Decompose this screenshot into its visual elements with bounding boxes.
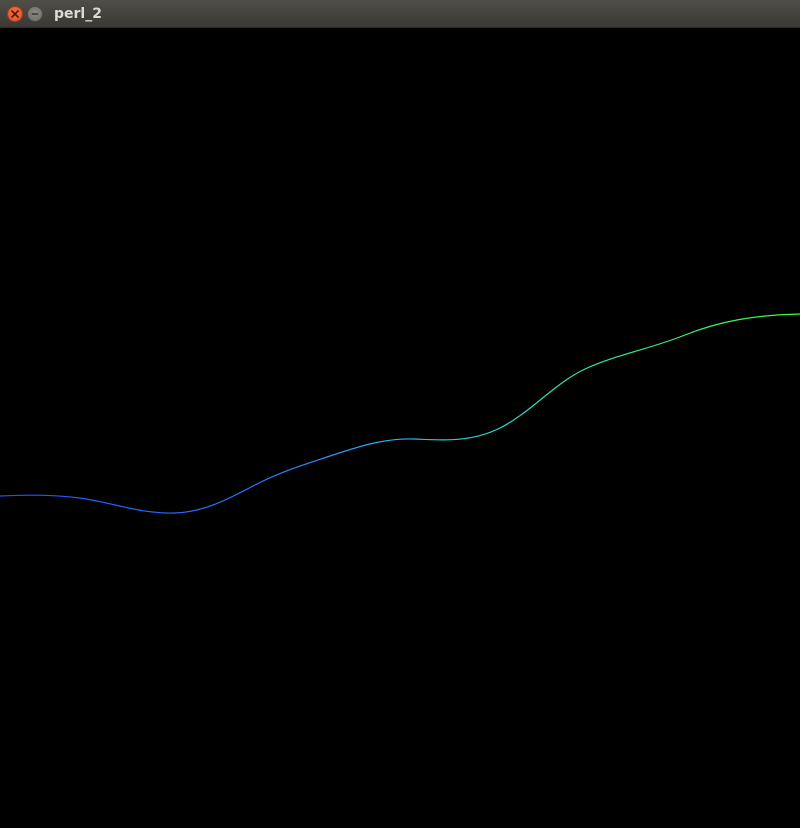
minimize-button[interactable] <box>27 6 43 22</box>
app-window: perl_2 <box>0 0 800 828</box>
minimize-icon <box>31 13 39 15</box>
close-icon <box>11 10 19 18</box>
noise-curve-plot <box>0 313 800 514</box>
title-bar[interactable]: perl_2 <box>0 0 800 28</box>
drawing-canvas <box>0 28 800 828</box>
window-title: perl_2 <box>54 6 102 22</box>
noise-curve <box>0 313 800 514</box>
close-button[interactable] <box>7 6 23 22</box>
